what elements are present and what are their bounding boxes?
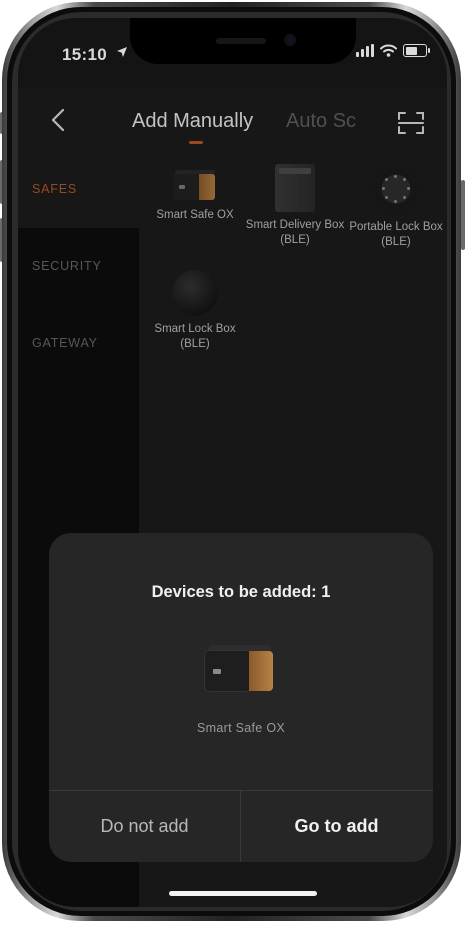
add-devices-dialog: Devices to be added: 1 Smart Safe OX Do … xyxy=(49,533,433,862)
dialog-title: Devices to be added: 1 xyxy=(151,583,331,601)
power-button xyxy=(461,180,465,250)
go-to-add-button[interactable]: Go to add xyxy=(241,790,432,862)
dialog-device-label: Smart Safe OX xyxy=(197,721,285,735)
do-not-add-button[interactable]: Do not add xyxy=(49,790,240,862)
smart-safe-image xyxy=(205,645,277,693)
screen: Add Manually Auto Sc SAFES SECURITY GATE… xyxy=(18,18,447,907)
home-indicator[interactable] xyxy=(169,891,317,896)
